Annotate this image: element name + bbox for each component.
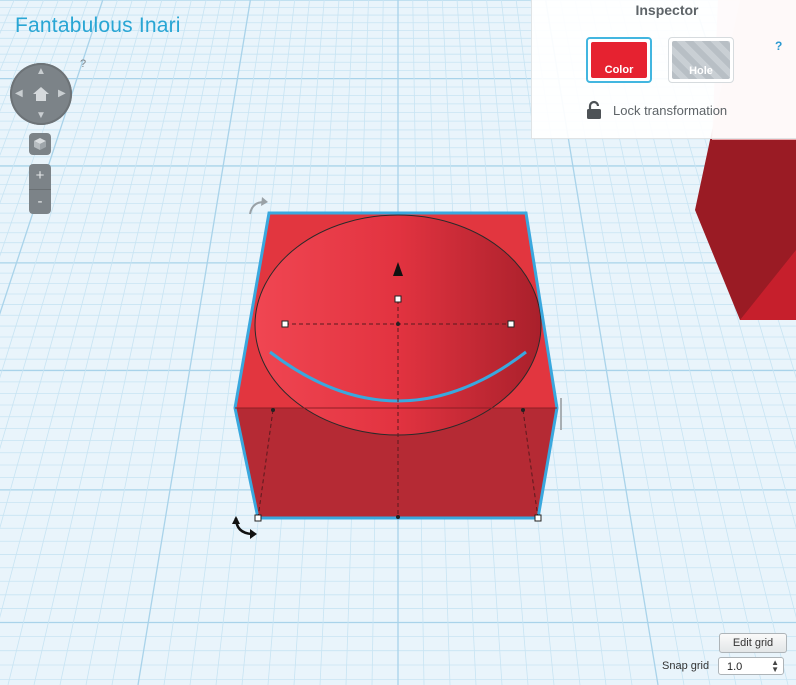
inspector-help-icon[interactable]: ? — [775, 39, 782, 53]
inspector-panel: Inspector ? Color Hole Lock transformati… — [531, 0, 796, 139]
zoom-in-button[interactable]: + — [29, 164, 51, 189]
edit-grid-button[interactable]: Edit grid — [719, 633, 787, 653]
pan-down-icon[interactable]: ▼ — [36, 111, 46, 121]
selected-shape[interactable] — [232, 197, 562, 539]
view-cube-button[interactable] — [29, 133, 51, 155]
snap-grid-label: Snap grid — [662, 660, 710, 672]
lock-icon — [587, 100, 601, 119]
pan-right-icon[interactable]: ▶ — [58, 89, 66, 99]
color-swatch-button[interactable]: Color — [586, 37, 652, 83]
zoom-out-button[interactable]: - — [29, 189, 51, 215]
pan-up-icon[interactable]: ▲ — [36, 67, 46, 77]
snap-grid-select[interactable]: 1.0 ▲ ▼ — [718, 657, 784, 675]
zoom-controls: + - — [29, 164, 51, 214]
view-cube-icon — [34, 138, 46, 150]
lock-transformation-label: Lock transformation — [613, 103, 728, 118]
home-icon[interactable] — [31, 84, 51, 104]
snap-grid-value: 1.0 — [727, 661, 743, 673]
hole-swatch-button[interactable]: Hole — [668, 37, 734, 83]
pan-left-icon[interactable]: ◀ — [15, 89, 23, 99]
chevron-updown-icon: ▲ ▼ — [771, 658, 779, 674]
color-label: Color — [604, 64, 634, 76]
design-title[interactable]: Fantabulous Inari — [15, 14, 181, 38]
orbit-control[interactable]: ▲ ▼ ◀ ▶ — [10, 63, 72, 125]
view-help-icon[interactable]: ? — [80, 58, 86, 70]
inspector-title: Inspector — [635, 2, 699, 18]
hole-label: Hole — [689, 65, 713, 77]
